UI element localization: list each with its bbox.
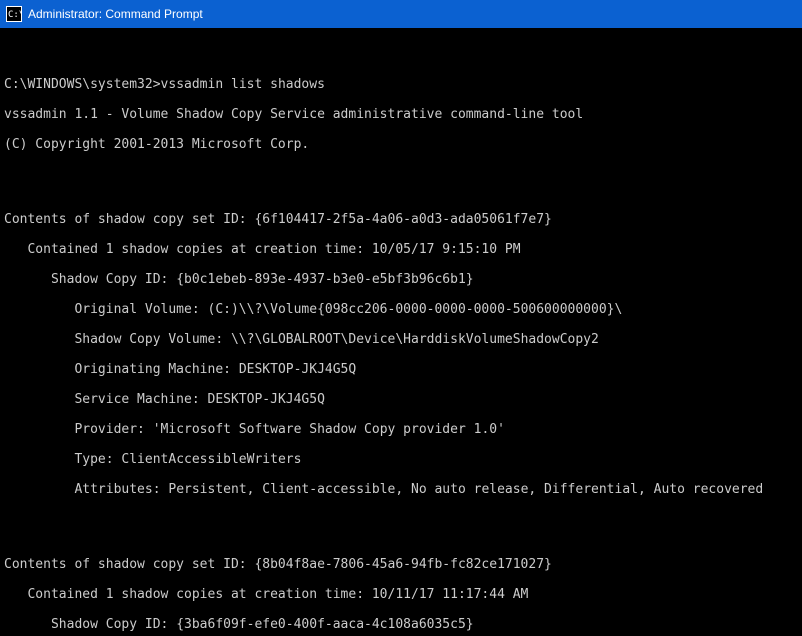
- window-titlebar[interactable]: C:\ Administrator: Command Prompt: [0, 0, 802, 28]
- provider: Provider: 'Microsoft Software Shadow Cop…: [4, 422, 798, 437]
- service-machine: Service Machine: DESKTOP-JKJ4G5Q: [4, 392, 798, 407]
- shadow-volume: Shadow Copy Volume: \\?\GLOBALROOT\Devic…: [4, 332, 798, 347]
- original-volume: Original Volume: (C:)\\?\Volume{098cc206…: [4, 302, 798, 317]
- set-count: Contained 1 shadow copies at creation ti…: [4, 242, 798, 257]
- shadow-id: Shadow Copy ID: {3ba6f09f-efe0-400f-aaca…: [4, 617, 798, 632]
- set-header: Contents of shadow copy set ID: {8b04f8a…: [4, 557, 798, 572]
- attributes: Attributes: Persistent, Client-accessibl…: [4, 482, 798, 497]
- prompt-path: C:\WINDOWS\system32>: [4, 77, 161, 92]
- blank-line: [4, 512, 798, 527]
- set-count: Contained 1 shadow copies at creation ti…: [4, 587, 798, 602]
- terminal-output[interactable]: C:\WINDOWS\system32>vssadmin list shadow…: [0, 28, 802, 636]
- cmd-icon: C:\: [6, 6, 22, 22]
- header-line-1: vssadmin 1.1 - Volume Shadow Copy Servic…: [4, 107, 798, 122]
- svg-text:C:\: C:\: [8, 10, 22, 20]
- blank-line: [4, 167, 798, 182]
- prompt-line: C:\WINDOWS\system32>vssadmin list shadow…: [4, 77, 798, 92]
- type: Type: ClientAccessibleWriters: [4, 452, 798, 467]
- shadow-id: Shadow Copy ID: {b0c1ebeb-893e-4937-b3e0…: [4, 272, 798, 287]
- command-text: vssadmin list shadows: [161, 77, 325, 92]
- header-line-2: (C) Copyright 2001-2013 Microsoft Corp.: [4, 137, 798, 152]
- set-header: Contents of shadow copy set ID: {6f10441…: [4, 212, 798, 227]
- blank-line: [4, 47, 798, 62]
- orig-machine: Originating Machine: DESKTOP-JKJ4G5Q: [4, 362, 798, 377]
- window-title: Administrator: Command Prompt: [28, 7, 203, 21]
